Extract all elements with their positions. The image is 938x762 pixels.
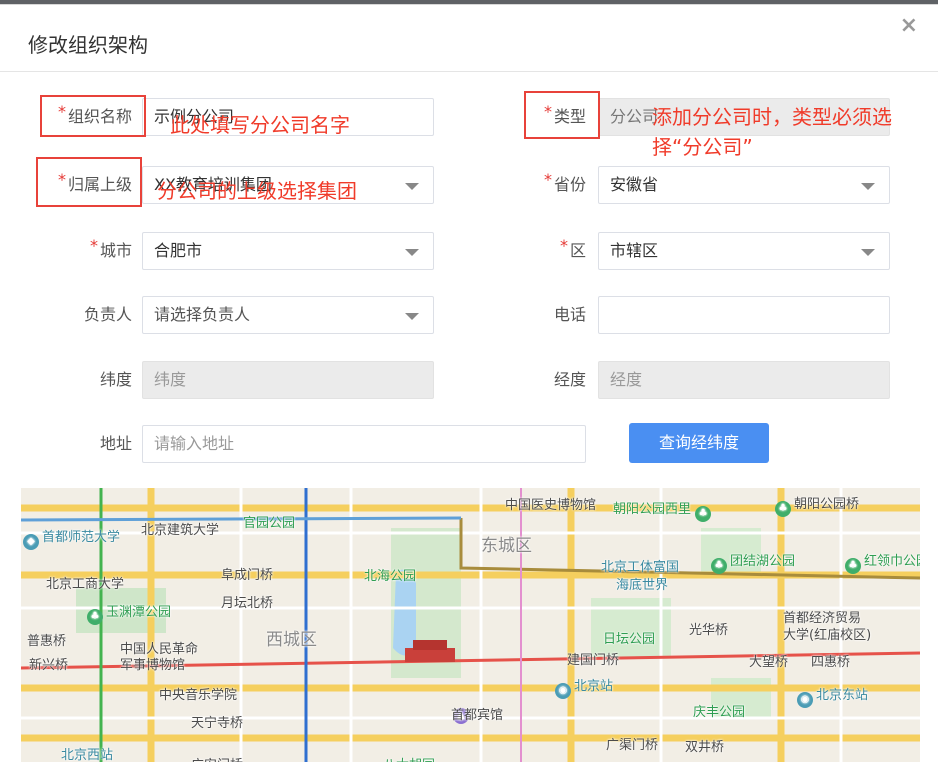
- parent-highlight-box: [36, 157, 142, 207]
- park-icon: ♣: [695, 506, 712, 522]
- school-icon: ◆: [23, 534, 39, 550]
- map-label: 光华桥: [689, 623, 729, 638]
- map-label: 广渠门桥: [606, 738, 659, 753]
- map-label: 天宁寺桥: [191, 716, 244, 731]
- close-icon[interactable]: ×: [900, 13, 918, 38]
- district-label-map: 东城区: [481, 536, 532, 556]
- address-label: 地址: [99, 434, 132, 453]
- phone-input[interactable]: [598, 296, 890, 334]
- map-label: 北京建筑大学: [141, 523, 220, 538]
- map-label: 八大胡同: [383, 754, 435, 762]
- map-label: 阜成门桥: [221, 568, 274, 583]
- query-coordinates-button[interactable]: 查询经纬度: [629, 423, 769, 463]
- map-label: 新兴桥: [29, 658, 69, 673]
- type-highlight-box: [524, 91, 600, 139]
- map-label: 庆丰公园: [693, 705, 746, 720]
- map-label: 军事博物馆: [120, 658, 186, 673]
- chevron-down-icon: [405, 183, 419, 190]
- map-label: 北京工商大学: [46, 577, 125, 592]
- map-label: 普惠桥: [27, 634, 67, 649]
- station-icon: ◉: [797, 692, 813, 708]
- province-select[interactable]: 安徽省: [598, 166, 890, 204]
- map-label: 中国医史博物馆: [505, 498, 597, 513]
- type-annotation-line1: 添加分公司时，类型必须选: [652, 105, 892, 129]
- park-icon: ♣: [775, 501, 791, 517]
- chevron-down-icon: [861, 249, 875, 256]
- map-label: 官园公园: [243, 516, 296, 531]
- district-select[interactable]: 市辖区: [598, 232, 890, 270]
- manager-label: 负责人: [83, 305, 132, 324]
- map-label: 首都宾馆: [451, 708, 504, 723]
- dialog-header: 修改组织架构 ×: [0, 5, 938, 72]
- map-label: 四惠桥: [811, 655, 851, 670]
- phone-label: 电话: [553, 305, 586, 324]
- city-label: * 城市: [89, 236, 132, 260]
- park-icon: ♣: [711, 558, 727, 574]
- latitude-input: 纬度: [142, 361, 434, 399]
- manager-select[interactable]: 请选择负责人: [142, 296, 434, 334]
- map-label: 日坛公园: [603, 632, 656, 647]
- map-label: 大学(红庙校区): [783, 628, 872, 643]
- map-label: ♣红领巾公园: [845, 550, 920, 574]
- longitude-input: 经度: [598, 361, 890, 399]
- edit-org-dialog: 修改组织架构 × * 组织名称 示例分公司 * 类型 分公司 * 归属上级 XX教育培…: [0, 4, 938, 762]
- latitude-label: 纬度: [99, 370, 132, 389]
- station-icon: ◉: [555, 683, 571, 699]
- parent-annotation: 分公司的上级选择集团: [157, 179, 357, 203]
- map-label: 月坛北桥: [221, 596, 274, 611]
- name-annotation: 此处填写分公司名字: [170, 113, 350, 137]
- map-label: 建国门桥: [567, 653, 620, 668]
- map-label: 朝阳公园西里 ♣: [613, 498, 714, 522]
- dialog-title: 修改组织架构: [28, 33, 148, 57]
- map-label: 北京西站: [61, 748, 114, 762]
- map-label: ♣ 团结湖公园: [711, 550, 795, 574]
- map-label: ◉ 北京站: [555, 675, 613, 699]
- park-icon: ♣: [87, 609, 103, 625]
- map-label: 大望桥: [749, 655, 789, 670]
- city-select[interactable]: 合肥市: [142, 232, 434, 270]
- map-label: ♣ 玉渊潭公园: [87, 601, 171, 625]
- province-label: * 省份: [543, 170, 586, 194]
- longitude-label: 经度: [553, 370, 586, 389]
- map-label: ◆ 首都师范大学: [23, 526, 120, 550]
- type-annotation-line2: 择“分公司”: [652, 135, 753, 159]
- map-label: 海底世界: [616, 578, 669, 593]
- map-label: 中央音乐学院: [159, 688, 238, 703]
- map-label: ◉ 北京东站: [797, 684, 868, 708]
- map-label: 双井桥: [685, 740, 725, 755]
- map-view[interactable]: 中国医史博物馆 朝阳公园西里 ♣ ♣ 朝阳公园桥 ◆ 首都师范大学 北京建筑大学 官…: [21, 488, 920, 762]
- map-label: 北海公园: [364, 569, 417, 584]
- chevron-down-icon: [405, 249, 419, 256]
- chevron-down-icon: [861, 183, 875, 190]
- map-label: 广安门桥: [191, 754, 243, 762]
- map-label: ♣ 朝阳公园桥: [775, 493, 859, 517]
- map-label: 北京工体富国: [601, 560, 680, 575]
- park-icon: ♣: [845, 558, 861, 574]
- district-label: * 区: [559, 236, 586, 260]
- address-input[interactable]: 请输入地址: [142, 425, 586, 463]
- chevron-down-icon: [405, 313, 419, 320]
- district-label-map: 西城区: [266, 630, 317, 650]
- org-name-highlight-box: [40, 95, 146, 137]
